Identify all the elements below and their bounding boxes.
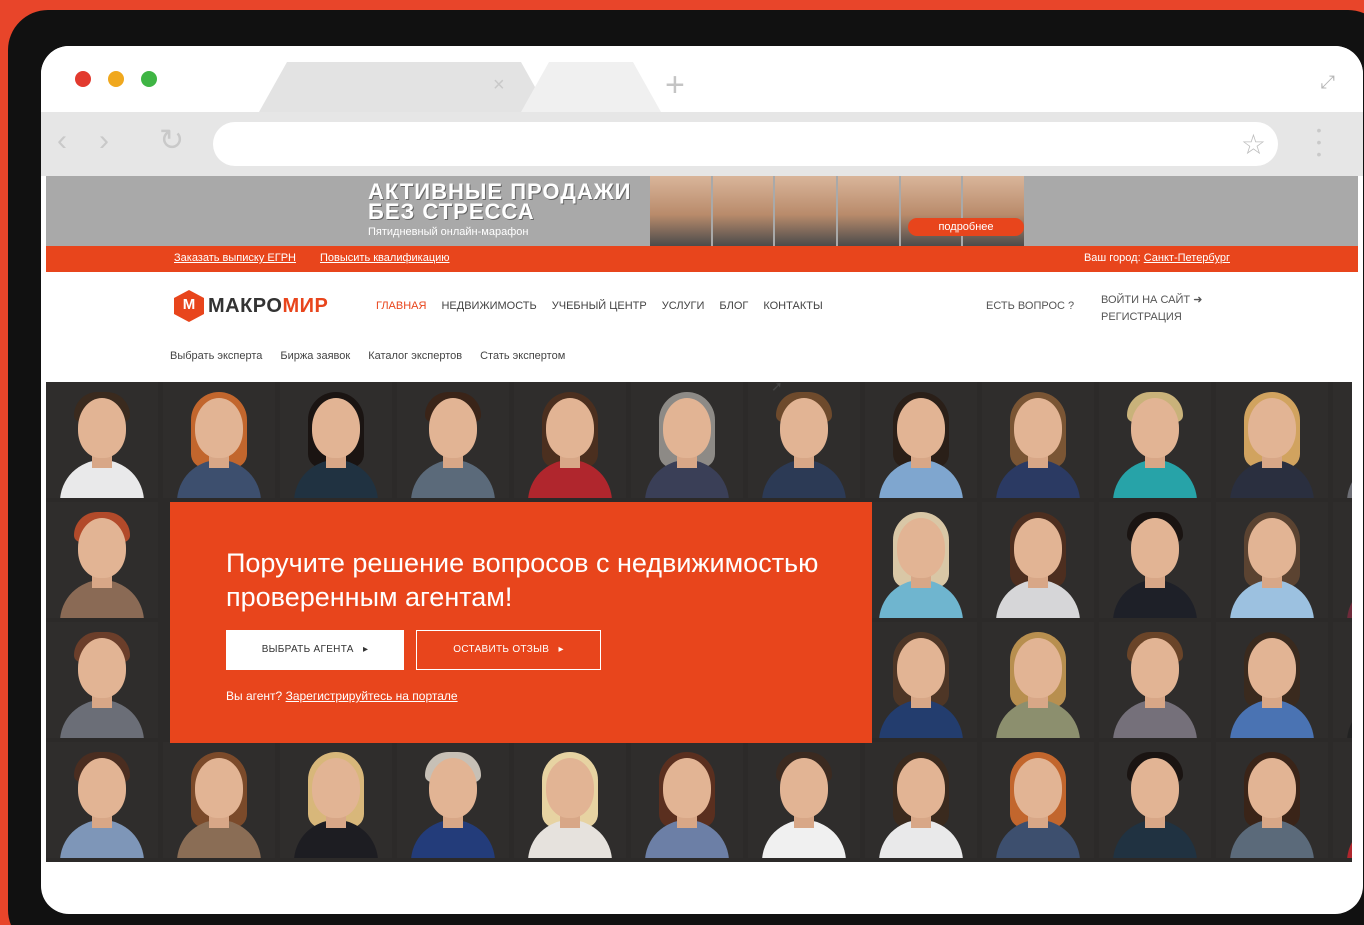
- forward-icon[interactable]: ›: [99, 126, 109, 156]
- register-portal-link[interactable]: Зарегистрируйтесь на портале: [286, 689, 458, 703]
- agent-photo[interactable]: [631, 742, 743, 858]
- agent-photo[interactable]: [1216, 742, 1328, 858]
- agent-photo[interactable]: [1216, 622, 1328, 738]
- auth-links: ВОЙТИ НА САЙТ ➜ РЕГИСТРАЦИЯ: [1101, 292, 1202, 326]
- device-frame: × + ⤢ ‹ › ↻ ☆ • • • АКТИВНЫЕ ПРОДАЖИ БЕЗ С…: [8, 10, 1364, 925]
- city-selector: Ваш город: Санкт-Петербург: [1084, 252, 1230, 264]
- promo-photo: [712, 176, 774, 246]
- hero-card: Поручите решение вопросов с недвижимость…: [170, 502, 872, 743]
- site-header: МАКРОМИР ГЛАВНАЯ НЕДВИЖИМОСТЬ УЧЕБНЫЙ ЦЕ…: [46, 272, 1358, 340]
- agent-photo[interactable]: [1216, 382, 1328, 498]
- nav-item-realty[interactable]: НЕДВИЖИМОСТЬ: [441, 300, 536, 312]
- agent-photo[interactable]: [865, 742, 977, 858]
- nav-item-blog[interactable]: БЛОГ: [719, 300, 748, 312]
- tab-active[interactable]: [259, 62, 549, 112]
- hero-title: Поручите решение вопросов с недвижимость…: [226, 548, 819, 612]
- address-bar[interactable]: ☆: [213, 122, 1278, 166]
- agent-register-note: Вы агент? Зарегистрируйтесь на портале: [226, 689, 458, 703]
- agent-photo[interactable]: [865, 622, 977, 738]
- question-link[interactable]: ЕСТЬ ВОПРОС ?: [986, 300, 1074, 312]
- agent-photo[interactable]: [46, 742, 158, 858]
- agent-photo[interactable]: [514, 382, 626, 498]
- qualification-link[interactable]: Повысить квалификацию: [320, 252, 450, 264]
- minimize-window-button[interactable]: [108, 71, 124, 87]
- agent-photo[interactable]: [982, 382, 1094, 498]
- login-link[interactable]: ВОЙТИ НА САЙТ ➜: [1101, 292, 1202, 309]
- logo-text: МАКРОМИР: [208, 294, 329, 317]
- hero-section: Поручите решение вопросов с недвижимость…: [46, 382, 1352, 862]
- agent-photo[interactable]: [1099, 502, 1211, 618]
- promo-photo: [775, 176, 837, 246]
- agent-photo[interactable]: [397, 742, 509, 858]
- close-window-button[interactable]: [75, 71, 91, 87]
- promo-subtitle: Пятидневный онлайн-марафон: [368, 226, 529, 238]
- bookmark-star-icon[interactable]: ☆: [1241, 128, 1266, 161]
- city-link[interactable]: Санкт-Петербург: [1144, 252, 1230, 264]
- agent-photo[interactable]: [982, 502, 1094, 618]
- new-tab-button[interactable]: +: [665, 68, 685, 102]
- subnav-choose-expert[interactable]: Выбрать эксперта: [170, 350, 262, 362]
- agent-photo[interactable]: [397, 382, 509, 498]
- tab-bar: × + ⤢: [41, 46, 1363, 112]
- sub-nav: Выбрать эксперта Биржа заявок Каталог эк…: [46, 340, 1358, 382]
- agent-photo[interactable]: [1333, 742, 1352, 858]
- choose-agent-button[interactable]: ВЫБРАТЬ АГЕНТА ▸: [226, 630, 404, 670]
- promo-banner[interactable]: АКТИВНЫЕ ПРОДАЖИ БЕЗ СТРЕССА Пятидневный…: [46, 176, 1358, 246]
- login-icon: ➜: [1193, 294, 1203, 306]
- agent-photo[interactable]: [1333, 622, 1352, 738]
- agent-photo[interactable]: [280, 382, 392, 498]
- agent-photo[interactable]: [46, 382, 158, 498]
- agent-photo[interactable]: [46, 502, 158, 618]
- agent-photo[interactable]: [748, 382, 860, 498]
- leave-review-button[interactable]: ОСТАВИТЬ ОТЗЫВ ▸: [416, 630, 601, 670]
- nav-item-home[interactable]: ГЛАВНАЯ: [376, 300, 426, 312]
- promo-photo: [650, 176, 711, 246]
- mouse-cursor-icon: ➚: [771, 378, 783, 394]
- promo-photo: [838, 176, 899, 246]
- agent-photo[interactable]: [280, 742, 392, 858]
- agent-photo[interactable]: [1099, 382, 1211, 498]
- tab-inactive[interactable]: [521, 62, 661, 112]
- agent-photo[interactable]: [1216, 502, 1328, 618]
- subnav-request-exchange[interactable]: Биржа заявок: [280, 350, 350, 362]
- agent-photo[interactable]: [982, 742, 1094, 858]
- fullscreen-icon[interactable]: ⤢: [1321, 72, 1335, 93]
- promo-more-button[interactable]: подробнее: [908, 218, 1024, 236]
- agent-photo[interactable]: [865, 382, 977, 498]
- top-links-bar: Заказать выписку ЕГРН Повысить квалифика…: [46, 246, 1358, 272]
- browser-window: × + ⤢ ‹ › ↻ ☆ • • • АКТИВНЫЕ ПРОДАЖИ БЕЗ С…: [41, 46, 1363, 914]
- agent-photo[interactable]: [631, 382, 743, 498]
- city-label: Ваш город:: [1083, 252, 1141, 264]
- order-egrn-link[interactable]: Заказать выписку ЕГРН: [174, 252, 296, 264]
- agent-photo[interactable]: [514, 742, 626, 858]
- nav-item-training[interactable]: УЧЕБНЫЙ ЦЕНТР: [552, 300, 647, 312]
- reload-icon[interactable]: ↻: [159, 126, 184, 156]
- agent-photo[interactable]: [1333, 382, 1352, 498]
- site-logo[interactable]: МАКРОМИР: [174, 290, 328, 322]
- subnav-expert-catalog[interactable]: Каталог экспертов: [368, 350, 462, 362]
- logo-icon: [174, 290, 204, 322]
- nav-item-contacts[interactable]: КОНТАКТЫ: [763, 300, 822, 312]
- nav-item-services[interactable]: УСЛУГИ: [662, 300, 705, 312]
- subnav-become-expert[interactable]: Стать экспертом: [480, 350, 565, 362]
- agent-photo[interactable]: [163, 382, 275, 498]
- agent-photo[interactable]: [748, 742, 860, 858]
- tab-close-icon[interactable]: ×: [493, 74, 505, 97]
- agent-photo[interactable]: [982, 622, 1094, 738]
- back-icon[interactable]: ‹: [57, 126, 67, 156]
- browser-menu-icon[interactable]: • • •: [1315, 123, 1323, 161]
- agent-photo[interactable]: [1333, 502, 1352, 618]
- agent-photo[interactable]: [865, 502, 977, 618]
- register-link[interactable]: РЕГИСТРАЦИЯ: [1101, 309, 1202, 326]
- agent-photo[interactable]: [1099, 622, 1211, 738]
- agent-photo[interactable]: [1099, 742, 1211, 858]
- maximize-window-button[interactable]: [141, 71, 157, 87]
- browser-toolbar: ‹ › ↻ ☆ • • •: [41, 112, 1363, 176]
- main-nav: ГЛАВНАЯ НЕДВИЖИМОСТЬ УЧЕБНЫЙ ЦЕНТР УСЛУГ…: [376, 300, 823, 312]
- promo-title: АКТИВНЫЕ ПРОДАЖИ БЕЗ СТРЕССА: [368, 179, 632, 224]
- agent-photo[interactable]: [46, 622, 158, 738]
- question-icon: ?: [1068, 300, 1075, 312]
- agent-photo[interactable]: [163, 742, 275, 858]
